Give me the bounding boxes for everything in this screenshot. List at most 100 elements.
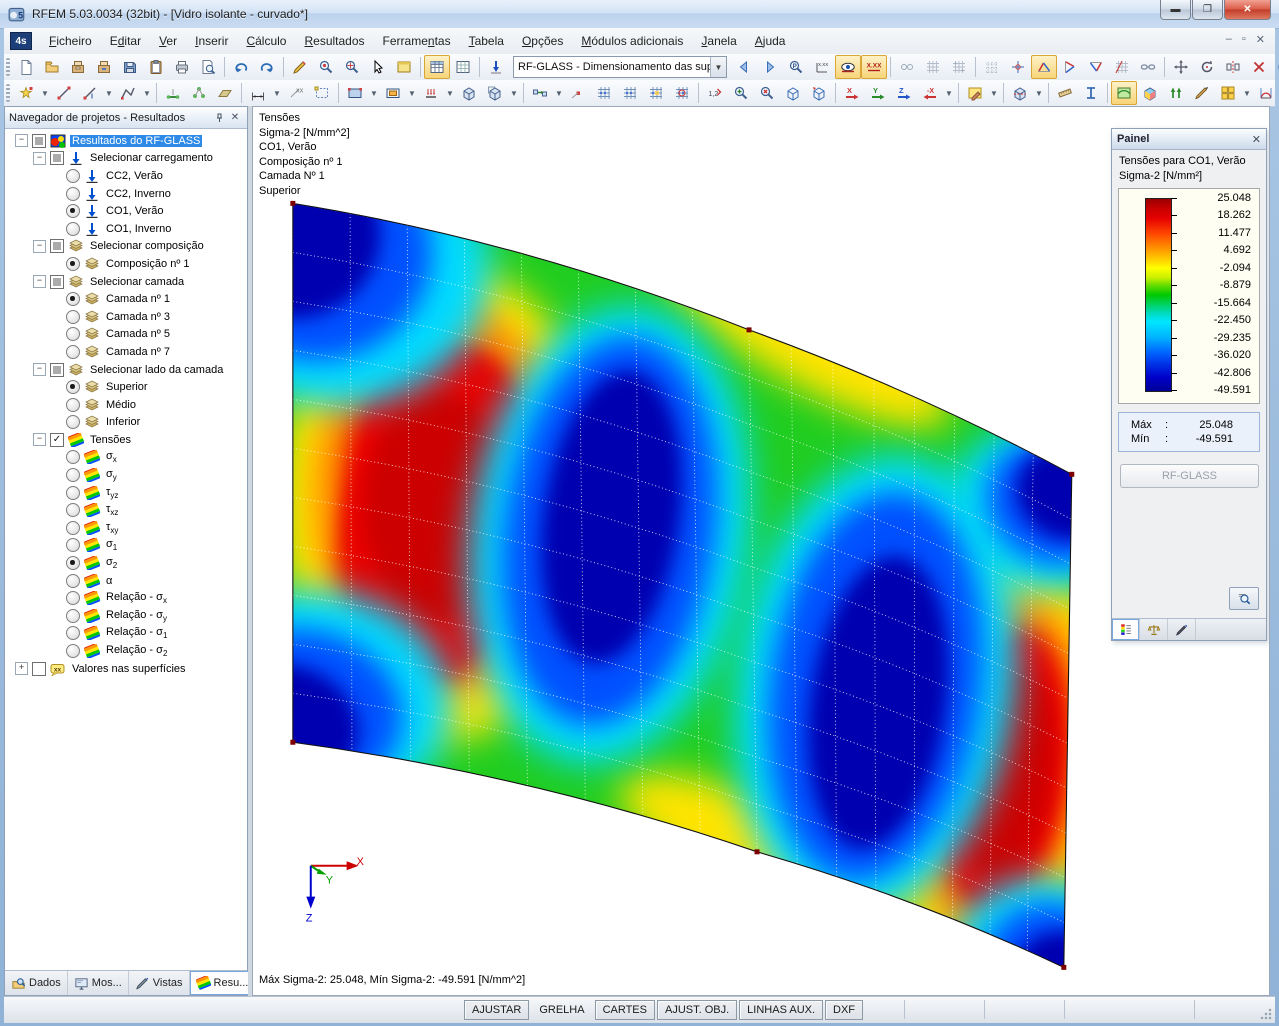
tree-item-19[interactable]: σy bbox=[5, 466, 247, 484]
tree-item-17[interactable]: −✓Tensões bbox=[5, 431, 247, 449]
dropdown-arrow-icon[interactable]: ▼ bbox=[1241, 82, 1253, 104]
menu-ver[interactable]: Ver bbox=[150, 30, 186, 52]
panel-tab-display[interactable] bbox=[1168, 619, 1196, 640]
fe-refinement-button[interactable] bbox=[643, 81, 669, 105]
tree-item-label[interactable]: σ2 bbox=[104, 556, 119, 570]
tree-radio-selected[interactable] bbox=[66, 380, 80, 394]
insert-intersection-button[interactable] bbox=[565, 81, 591, 105]
tree-item-16[interactable]: Inferior bbox=[5, 414, 247, 432]
tree-expander-icon[interactable]: − bbox=[33, 275, 46, 288]
tree-item-label[interactable]: Selecionar composição bbox=[88, 240, 206, 252]
generate-surface-button[interactable] bbox=[212, 81, 238, 105]
tree-expander-icon[interactable]: − bbox=[15, 134, 28, 147]
tree-item-15[interactable]: Médio bbox=[5, 396, 247, 414]
navigator-close-icon[interactable]: ✕ bbox=[227, 110, 243, 125]
dropdown-arrow-icon[interactable]: ▼ bbox=[368, 82, 380, 104]
dropdown-arrow-icon[interactable]: ▼ bbox=[271, 82, 283, 104]
tree-item-21[interactable]: τxz bbox=[5, 501, 247, 519]
tree-radio[interactable] bbox=[66, 574, 80, 588]
menu-janela[interactable]: Janela bbox=[692, 30, 745, 52]
view-z-button[interactable]: Z bbox=[891, 81, 917, 105]
result-beam-button[interactable] bbox=[1078, 81, 1104, 105]
tree-radio-selected[interactable] bbox=[66, 257, 80, 271]
statusbar-toggle-ajustar[interactable]: AJUSTAR bbox=[464, 1000, 529, 1020]
surface-mesh-button[interactable] bbox=[946, 55, 972, 79]
menu-ficheiro[interactable]: Ficheiro bbox=[40, 30, 101, 52]
save-project-button[interactable] bbox=[91, 55, 117, 79]
menu-resultados[interactable]: Resultados bbox=[295, 30, 373, 52]
tree-item-10[interactable]: Camada nº 3 bbox=[5, 308, 247, 326]
fe-mesh-1-button[interactable] bbox=[591, 81, 617, 105]
mdi-restore-icon[interactable]: ▫ bbox=[1242, 33, 1246, 46]
tree-item-label[interactable]: Selecionar camada bbox=[88, 276, 186, 288]
menu-c-lculo[interactable]: Cálculo bbox=[237, 30, 295, 52]
tree-item-0[interactable]: − Resultados do RF-GLASS bbox=[5, 132, 247, 150]
menu-editar[interactable]: Editar bbox=[101, 30, 150, 52]
tree-item-label[interactable]: Inferior bbox=[104, 416, 142, 428]
view-y-button[interactable]: Y bbox=[865, 81, 891, 105]
print-button[interactable] bbox=[169, 55, 195, 79]
workplane-xz-button[interactable] bbox=[1083, 55, 1109, 79]
tree-item-4[interactable]: CO1, Verão bbox=[5, 202, 247, 220]
tree-expander-icon[interactable]: − bbox=[33, 433, 46, 446]
new-file-button[interactable] bbox=[13, 55, 39, 79]
tree-radio-selected[interactable] bbox=[66, 556, 80, 570]
insert-surface-button[interactable] bbox=[342, 81, 368, 105]
region-button[interactable] bbox=[309, 81, 335, 105]
result-diagram-section-button[interactable] bbox=[1253, 81, 1279, 105]
tree-radio[interactable] bbox=[66, 503, 80, 517]
tree-item-label[interactable]: Valores nas superfícies bbox=[70, 663, 188, 675]
tree-item-30[interactable]: +xxValores nas superfícies bbox=[5, 660, 247, 678]
tree-radio-selected[interactable] bbox=[66, 204, 80, 218]
tree-item-label[interactable]: Camada nº 5 bbox=[104, 328, 172, 340]
new-window-button[interactable] bbox=[391, 55, 417, 79]
combo-dropdown-icon[interactable]: ▼ bbox=[710, 57, 726, 77]
tree-item-9[interactable]: Camada nº 1 bbox=[5, 290, 247, 308]
tree-state-box[interactable] bbox=[50, 151, 64, 165]
toolbar-grip[interactable] bbox=[6, 58, 10, 76]
previous-view-button[interactable] bbox=[806, 81, 832, 105]
navigator-tab-resu[interactable]: Resu... bbox=[190, 971, 256, 995]
dropdown-arrow-icon[interactable]: ▼ bbox=[508, 82, 520, 104]
tree-item-label[interactable]: Médio bbox=[104, 399, 138, 411]
tree-item-22[interactable]: τxy bbox=[5, 519, 247, 537]
tree-item-label[interactable]: τyz bbox=[104, 486, 120, 500]
tree-item-label[interactable]: Resultados do RF-GLASS bbox=[70, 135, 202, 147]
zoom-select-button[interactable] bbox=[313, 55, 339, 79]
line-mesh-button[interactable] bbox=[920, 55, 946, 79]
tree-item-label[interactable]: Relação - σ2 bbox=[104, 644, 169, 658]
menu-tabela[interactable]: Tabela bbox=[460, 30, 513, 52]
tree-item-29[interactable]: Relação - σ2 bbox=[5, 642, 247, 660]
menu-ajuda[interactable]: Ajuda bbox=[746, 30, 795, 52]
tree-item-label[interactable]: Relação - σy bbox=[104, 609, 169, 623]
navigator-tab-dados[interactable]: Dados bbox=[5, 971, 68, 995]
tree-item-label[interactable]: α bbox=[104, 575, 114, 587]
insert-opening-button[interactable] bbox=[380, 81, 406, 105]
tree-item-2[interactable]: CC2, Verão bbox=[5, 167, 247, 185]
show-tables-button[interactable] bbox=[424, 55, 450, 79]
edit-model-button[interactable] bbox=[287, 55, 313, 79]
connect-lines-button[interactable] bbox=[527, 81, 553, 105]
tree-radio[interactable] bbox=[66, 187, 80, 201]
tree-item-14[interactable]: Superior bbox=[5, 378, 247, 396]
tree-item-26[interactable]: Relação - σx bbox=[5, 589, 247, 607]
printout-report-button[interactable] bbox=[450, 55, 476, 79]
dropdown-arrow-icon[interactable]: ▼ bbox=[988, 82, 1000, 104]
tree-state-box[interactable] bbox=[32, 134, 46, 148]
tree-expander-icon[interactable]: − bbox=[33, 240, 46, 253]
tree-item-3[interactable]: CC2, Inverno bbox=[5, 185, 247, 203]
tree-radio[interactable] bbox=[66, 310, 80, 324]
tree-checkbox[interactable] bbox=[32, 662, 46, 676]
tree-item-label[interactable]: σx bbox=[104, 450, 119, 464]
statusbar-toggle-cartes[interactable]: CARTES bbox=[595, 1000, 655, 1020]
tree-item-13[interactable]: −Selecionar lado da camada bbox=[5, 361, 247, 379]
menu-m-dulos-adicionais[interactable]: Módulos adicionais bbox=[572, 30, 692, 52]
tree-item-label[interactable]: Composição nº 1 bbox=[104, 258, 192, 270]
results-on-surfaces-button[interactable] bbox=[1111, 81, 1137, 105]
deformation-display-button[interactable] bbox=[1163, 81, 1189, 105]
tree-radio[interactable] bbox=[66, 644, 80, 658]
tree-item-label[interactable]: Selecionar lado da camada bbox=[88, 364, 225, 376]
tree-item-label[interactable]: σy bbox=[104, 468, 119, 482]
panel-tab-color-scale[interactable] bbox=[1112, 619, 1140, 640]
insert-member-button[interactable] bbox=[160, 81, 186, 105]
